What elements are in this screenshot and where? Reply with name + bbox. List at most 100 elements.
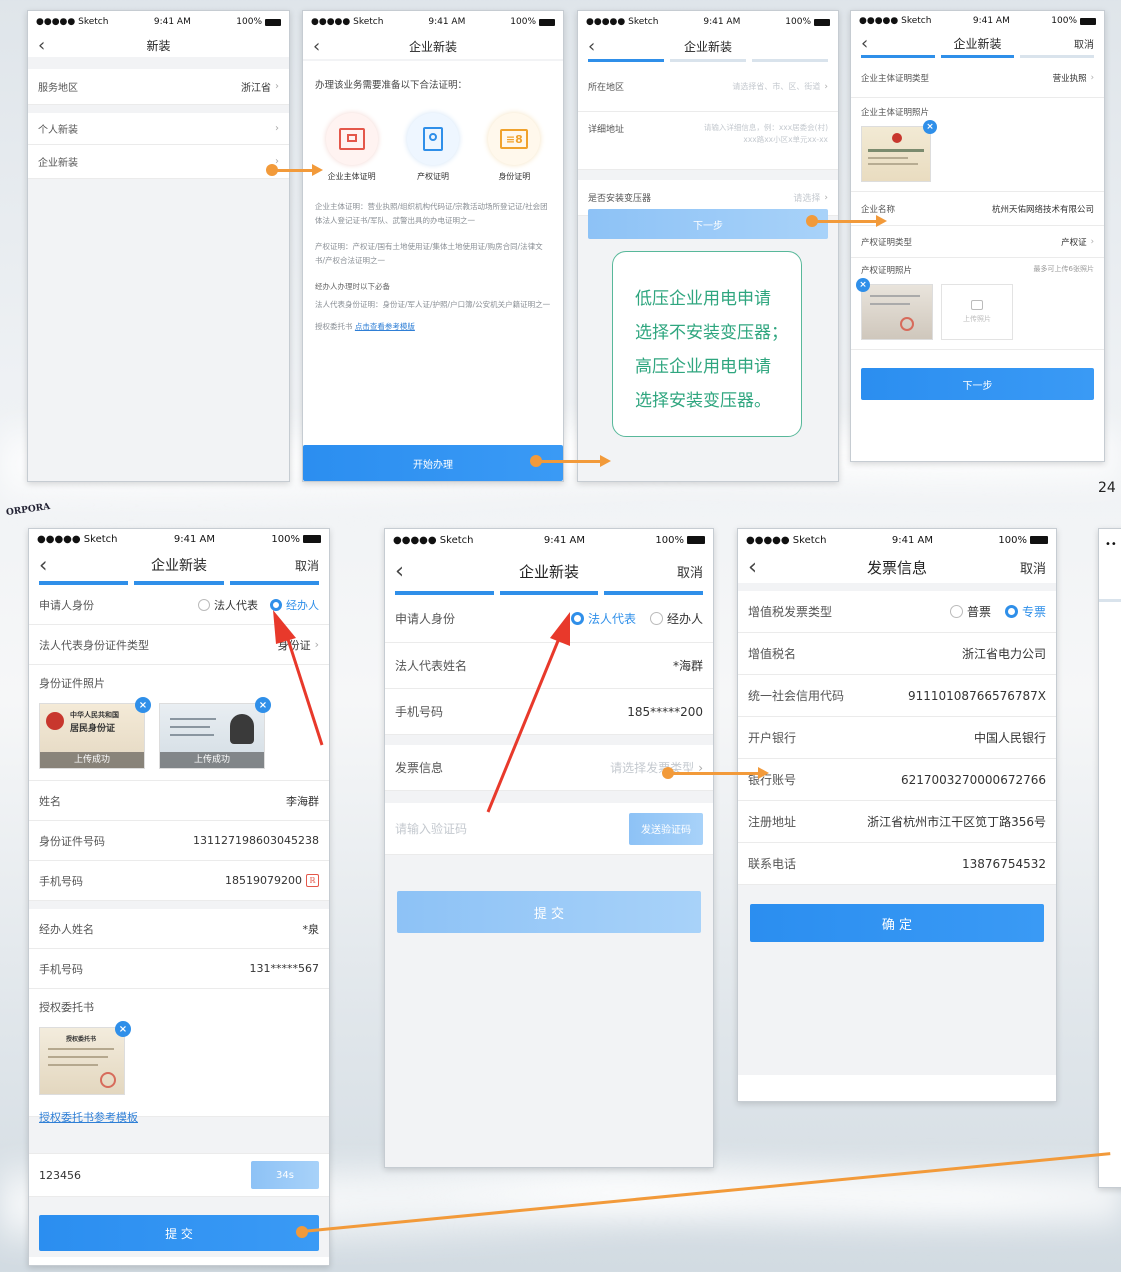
status-bar: ●●●●● Sketch 9:41 AM 100%: [29, 529, 329, 549]
battery-text: 100%: [655, 534, 684, 546]
divider: [28, 57, 289, 69]
chevron-right-icon: ›: [275, 81, 279, 92]
row-enterprise-install[interactable]: 企业新装 ›: [28, 145, 289, 179]
row-company-name[interactable]: 企业名称 杭州天佑网络技术有限公司: [851, 192, 1104, 226]
clock: 9:41 AM: [972, 16, 1010, 26]
clock: 9:41 AM: [543, 534, 585, 546]
resend-countdown-button[interactable]: 34s: [251, 1161, 319, 1189]
cancel-button[interactable]: 取消: [295, 557, 319, 574]
row-region[interactable]: 所在地区 请选择省、市、区、街道 ›: [578, 62, 838, 112]
divider: [578, 170, 838, 180]
back-icon[interactable]: ‹: [588, 36, 595, 57]
enterprise-cert-icon: [325, 113, 378, 165]
back-icon[interactable]: ‹: [313, 36, 320, 57]
verification-code-input[interactable]: 123456: [39, 1169, 81, 1182]
nav-bar: ‹ 企业新装: [578, 33, 838, 59]
enterprise-proof-label: 企业主体证明: [327, 172, 376, 181]
row-legal-name[interactable]: 法人代表姓名 *海群: [385, 643, 713, 689]
row-id-photos: 身份证件照片 中华人民共和国 居民身份证 上传成功 × 上传成功 ×: [29, 665, 329, 781]
radio-legal-rep[interactable]: 法人代表: [198, 597, 258, 613]
verification-code-input[interactable]: 请输入验证码: [395, 820, 467, 837]
cancel-button[interactable]: 取消: [677, 562, 703, 581]
row-tax-name[interactable]: 增值税名 浙江省电力公司: [738, 633, 1056, 675]
chevron-right-icon: ›: [824, 81, 828, 92]
row-applicant-identity: 申请人身份 法人代表 经办人: [29, 585, 329, 625]
back-icon[interactable]: ‹: [38, 35, 45, 56]
cancel-button[interactable]: 取消: [1020, 558, 1046, 577]
cancel-button[interactable]: 取消: [1074, 36, 1094, 51]
id-card-back-thumbnail[interactable]: 上传成功 ×: [159, 697, 271, 769]
carrier: ●●●●● Sketch: [311, 17, 384, 27]
confirm-button[interactable]: 确 定: [750, 904, 1044, 942]
submit-button[interactable]: 提 交: [39, 1215, 319, 1251]
id-card-front-thumbnail[interactable]: 中华人民共和国 居民身份证 上传成功 ×: [39, 697, 151, 769]
row-verification-code: 123456 34s: [29, 1153, 329, 1197]
id-card-title-text: 居民身份证: [70, 724, 116, 734]
nav-bar: ‹ 发票信息 取消: [738, 551, 1056, 583]
property-cert-thumbnail[interactable]: ×: [856, 278, 933, 340]
submit-button[interactable]: 提 交: [397, 891, 701, 933]
radio-agent[interactable]: 经办人: [649, 610, 703, 627]
radio-special-invoice[interactable]: 专票: [1004, 603, 1046, 620]
remove-photo-icon[interactable]: ×: [255, 697, 271, 713]
authorization-thumbnail[interactable]: 授权委托书 ×: [39, 1021, 131, 1095]
radio-agent[interactable]: 经办人: [270, 597, 319, 613]
property-cert-type-label: 产权证明类型: [861, 237, 913, 248]
row-phone[interactable]: 手机号码 18519079200 ℝ: [29, 861, 329, 901]
radio-legal-rep[interactable]: 法人代表: [570, 610, 636, 627]
business-license-thumbnail[interactable]: ×: [861, 120, 937, 182]
remove-photo-icon[interactable]: ×: [923, 120, 937, 134]
radio-normal-invoice[interactable]: 普票: [949, 603, 991, 620]
back-icon[interactable]: ‹: [395, 558, 404, 584]
enterprise-proof-desc: 企业主体证明：营业执照/组织机构代码证/宗教活动场所登记证/社会团体法人登记证书…: [315, 202, 548, 225]
row-phone[interactable]: 手机号码 185*****200: [385, 689, 713, 735]
row-credit-code[interactable]: 统一社会信用代码 91110108766576787X: [738, 675, 1056, 717]
row-name[interactable]: 姓名 李海群: [29, 781, 329, 821]
back-icon[interactable]: ‹: [748, 554, 757, 580]
send-code-button[interactable]: 发送验证码: [629, 812, 703, 845]
row-bank[interactable]: 开户银行 中国人民银行: [738, 717, 1056, 759]
row-enterprise-cert-type[interactable]: 企业主体证明类型 营业执照 ›: [851, 58, 1104, 98]
page-title: 企业新装: [953, 36, 1002, 51]
chevron-right-icon: ›: [1090, 236, 1094, 247]
step-1: [588, 59, 664, 62]
row-personal-install[interactable]: 个人新装 ›: [28, 113, 289, 145]
note-line: 选择安装变压器。: [635, 391, 771, 411]
row-agent-phone[interactable]: 手机号码 131*****567: [29, 949, 329, 989]
remove-photo-icon[interactable]: ×: [856, 278, 870, 292]
service-area-label: 服务地区: [38, 83, 78, 94]
note-line: 选择不安装变压器；: [635, 323, 788, 343]
row-registered-address[interactable]: 注册地址 浙江省杭州市江干区笕丁路356号: [738, 801, 1056, 843]
authorization-template-link[interactable]: 授权委托书参考模板: [39, 1109, 138, 1125]
back-icon[interactable]: ‹: [39, 553, 47, 577]
progress-steps: [578, 59, 838, 62]
row-property-cert-type[interactable]: 产权证明类型 产权证 ›: [851, 226, 1104, 258]
back-icon[interactable]: ‹: [861, 33, 868, 54]
phone-label: 手机号码: [395, 705, 444, 719]
row-address[interactable]: 详细地址 请输入详细信息，例：xxx居委会(村) xxx路xx小区x单元xx-xx: [578, 112, 838, 170]
page-number: 24: [1098, 480, 1116, 496]
property-cert-photo-label: 产权证明照片: [861, 266, 913, 276]
next-button[interactable]: 下一步: [861, 368, 1094, 400]
agent-required-note: 经办人办理时以下必备: [315, 282, 390, 291]
row-legal-id-type[interactable]: 法人代表身份证件类型 身份证 ›: [29, 625, 329, 665]
identity-proof: ≡8 身份证明: [488, 113, 541, 182]
next-button[interactable]: 下一步: [588, 209, 828, 239]
row-contact-phone[interactable]: 联系电话 13876754532: [738, 843, 1056, 885]
id-number-label: 身份证件号码: [39, 834, 105, 848]
row-agent-name[interactable]: 经办人姓名 *泉: [29, 909, 329, 949]
view-template-link[interactable]: 点击查看参考模版: [355, 322, 415, 331]
service-area-value: 浙江省: [241, 83, 271, 94]
row-bank-account[interactable]: 银行账号 6217003270000672766: [738, 759, 1056, 801]
arrow-line: [812, 220, 878, 223]
remove-photo-icon[interactable]: ×: [135, 697, 151, 713]
upload-photo-button[interactable]: 上传照片: [941, 284, 1013, 340]
start-button[interactable]: 开始办理: [303, 445, 563, 481]
nav-bar: ‹ 企业新装 取消: [385, 551, 713, 591]
contact-book-icon[interactable]: ℝ: [306, 874, 319, 887]
remove-photo-icon[interactable]: ×: [115, 1021, 131, 1037]
row-service-area[interactable]: 服务地区 浙江省 ›: [28, 69, 289, 105]
row-id-number[interactable]: 身份证件号码 131127198603045238: [29, 821, 329, 861]
status-bar: ●●●●● Sketch 9:41 AM 100%: [578, 11, 838, 33]
upload-photo-label: 上传照片: [963, 315, 991, 323]
